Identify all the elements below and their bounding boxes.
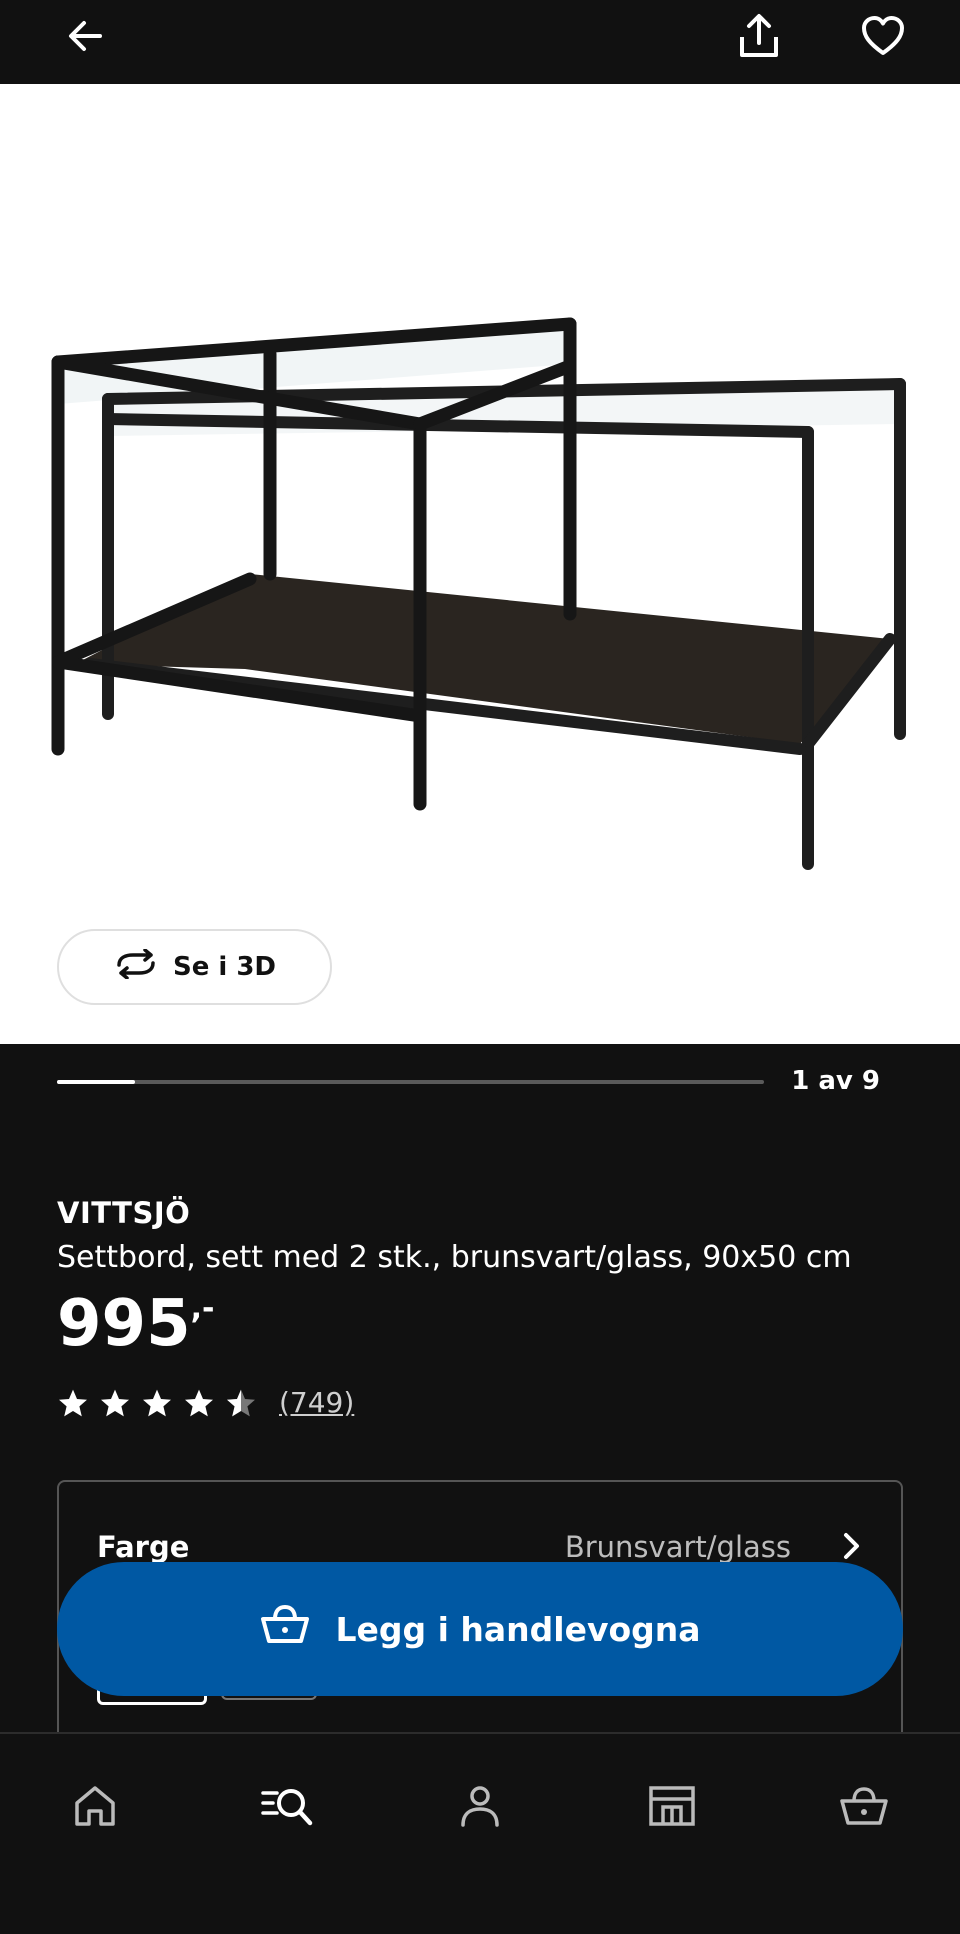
bottom-nav: [0, 1732, 960, 1934]
price-suffix: ,-: [190, 1291, 215, 1326]
chevron-right-icon: [835, 1530, 867, 1562]
shopping-basket-icon: [259, 1603, 311, 1655]
add-to-cart-button[interactable]: Legg i handlevogna: [57, 1562, 903, 1696]
profile-icon[interactable]: [440, 1766, 520, 1846]
home-icon[interactable]: [55, 1766, 135, 1846]
product-price: 995,-: [57, 1292, 214, 1356]
star-full-icon: [57, 1387, 89, 1419]
cart-icon[interactable]: [824, 1766, 904, 1846]
top-bar: [0, 0, 960, 84]
share-icon[interactable]: [731, 8, 787, 64]
review-count-link[interactable]: (749): [279, 1386, 354, 1419]
rating[interactable]: (749): [57, 1386, 354, 1419]
star-full-icon: [183, 1387, 215, 1419]
nesting-tables-illustration: [51, 317, 906, 870]
view-3d-label: Se i 3D: [172, 952, 277, 982]
product-name: VITTSJÖ: [57, 1196, 191, 1230]
gallery-progress-fill: [57, 1080, 135, 1084]
rotate-3d-icon: [113, 947, 159, 986]
add-to-cart-label: Legg i handlevogna: [335, 1609, 701, 1649]
star-full-icon: [99, 1387, 131, 1419]
search-icon[interactable]: [248, 1766, 328, 1846]
star-half-icon: [225, 1387, 257, 1419]
color-value: Brunsvart/glass: [564, 1530, 791, 1564]
gallery-pager: 1 av 9: [791, 1066, 880, 1096]
price-amount: 995: [57, 1287, 191, 1361]
heart-icon[interactable]: [855, 8, 911, 64]
star-full-icon: [141, 1387, 173, 1419]
product-image[interactable]: Se i 3D: [0, 84, 960, 1044]
view-3d-button[interactable]: Se i 3D: [57, 929, 332, 1005]
gallery-progress-bar: [57, 1080, 764, 1084]
product-description: Settbord, sett med 2 stk., brunsvart/gla…: [57, 1240, 852, 1275]
back-arrow-icon[interactable]: [58, 8, 114, 64]
color-label: Farge: [97, 1530, 190, 1564]
store-icon[interactable]: [632, 1766, 712, 1846]
